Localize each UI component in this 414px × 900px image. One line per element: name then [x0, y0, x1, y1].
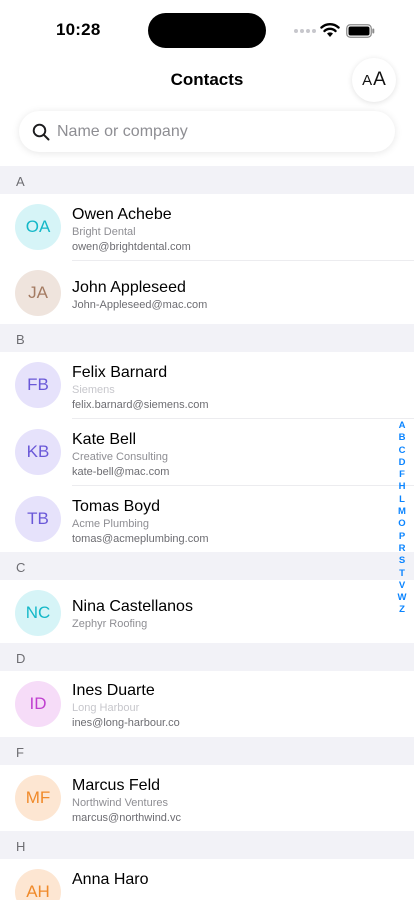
contact-row-anna-haro[interactable]: AH Anna Haro	[0, 859, 414, 900]
cellular-signal-icon	[294, 29, 316, 33]
index-letter-b[interactable]: B	[394, 432, 410, 444]
contact-list: A OA Owen Achebe Bright Dental owen@brig…	[0, 166, 414, 900]
contact-name: Nina Castellanos	[72, 598, 193, 615]
text-size-large-label: A	[373, 69, 386, 90]
contact-company: Creative Consulting	[72, 451, 168, 463]
index-letter-d[interactable]: D	[394, 457, 410, 469]
index-letter-v[interactable]: V	[394, 580, 410, 592]
section-header-d: D	[0, 643, 414, 671]
section-index[interactable]: A B C D F H L M O P R S T V W Z	[394, 420, 410, 617]
wifi-icon	[320, 23, 340, 37]
search-input[interactable]	[57, 122, 357, 141]
index-letter-s[interactable]: S	[394, 555, 410, 567]
contact-row-marcus-feld[interactable]: MF Marcus Feld Northwind Ventures marcus…	[0, 765, 414, 831]
contact-email: tomas@acmeplumbing.com	[72, 533, 209, 545]
avatar: ID	[15, 681, 61, 727]
index-letter-r[interactable]: R	[394, 543, 410, 555]
battery-icon	[346, 24, 375, 38]
index-letter-m[interactable]: M	[394, 506, 410, 518]
avatar: FB	[15, 362, 61, 408]
contact-email: ines@long-harbour.co	[72, 717, 180, 729]
contact-name: Owen Achebe	[72, 206, 172, 223]
contact-email: owen@brightdental.com	[72, 241, 191, 253]
avatar: TB	[15, 496, 61, 542]
avatar: JA	[15, 270, 61, 316]
index-letter-z[interactable]: Z	[394, 604, 410, 616]
contact-row-tomas-boyd[interactable]: TB Tomas Boyd Acme Plumbing tomas@acmepl…	[0, 486, 414, 552]
contact-company: Siemens	[72, 384, 115, 396]
contact-name: Ines Duarte	[72, 682, 155, 699]
contact-email: marcus@northwind.vc	[72, 812, 181, 824]
contact-name: Marcus Feld	[72, 777, 161, 794]
contact-row-felix-barnard[interactable]: FB Felix Barnard Siemens felix.barnard@s…	[0, 352, 414, 419]
contact-name: Kate Bell	[72, 431, 137, 448]
text-size-small-label: A	[362, 71, 373, 89]
dynamic-island	[148, 13, 266, 48]
contact-name: Felix Barnard	[72, 364, 168, 381]
status-time: 10:28	[56, 20, 101, 39]
section-header-f: F	[0, 737, 414, 765]
section-header-c: C	[0, 552, 414, 580]
index-letter-t[interactable]: T	[394, 568, 410, 580]
contact-name: Tomas Boyd	[72, 498, 161, 515]
status-bar: 10:28	[0, 0, 414, 56]
contact-row-john-appleseed[interactable]: JA John Appleseed John-Appleseed@mac.com	[0, 261, 414, 324]
index-letter-p[interactable]: P	[394, 531, 410, 543]
index-letter-o[interactable]: O	[394, 518, 410, 530]
contact-company: Zephyr Roofing	[72, 618, 148, 630]
contact-row-nina-castellanos[interactable]: NC Nina Castellanos Zephyr Roofing	[0, 580, 414, 643]
index-letter-f[interactable]: F	[394, 469, 410, 481]
avatar: MF	[15, 775, 61, 821]
contact-company: Bright Dental	[72, 226, 136, 238]
index-letter-a[interactable]: A	[394, 420, 410, 432]
avatar: KB	[15, 429, 61, 475]
contact-row-kate-bell[interactable]: KB Kate Bell Creative Consulting kate-be…	[0, 419, 414, 486]
contact-email: kate-bell@mac.com	[72, 466, 170, 478]
text-size-button[interactable]: AA	[352, 58, 396, 102]
avatar: NC	[15, 590, 61, 636]
contact-row-ines-duarte[interactable]: ID Ines Duarte Long Harbour ines@long-ha…	[0, 671, 414, 737]
search-icon	[32, 123, 50, 140]
search-bar[interactable]	[19, 111, 395, 152]
index-letter-h[interactable]: H	[394, 481, 410, 493]
contact-name: Anna Haro	[72, 871, 149, 888]
index-letter-w[interactable]: W	[394, 592, 410, 604]
contact-email: felix.barnard@siemens.com	[72, 399, 209, 411]
section-header-a: A	[0, 166, 414, 194]
section-header-b: B	[0, 324, 414, 352]
index-letter-l[interactable]: L	[394, 494, 410, 506]
contact-name: John Appleseed	[72, 279, 186, 296]
contact-email: John-Appleseed@mac.com	[72, 299, 208, 311]
index-letter-c[interactable]: C	[394, 445, 410, 457]
section-header-h: H	[0, 831, 414, 859]
contact-company: Northwind Ventures	[72, 797, 168, 809]
avatar: OA	[15, 204, 61, 250]
avatar: AH	[15, 869, 61, 900]
contact-company: Acme Plumbing	[72, 518, 150, 530]
contact-row-owen-achebe[interactable]: OA Owen Achebe Bright Dental owen@bright…	[0, 194, 414, 261]
contact-company: Long Harbour	[72, 702, 140, 714]
